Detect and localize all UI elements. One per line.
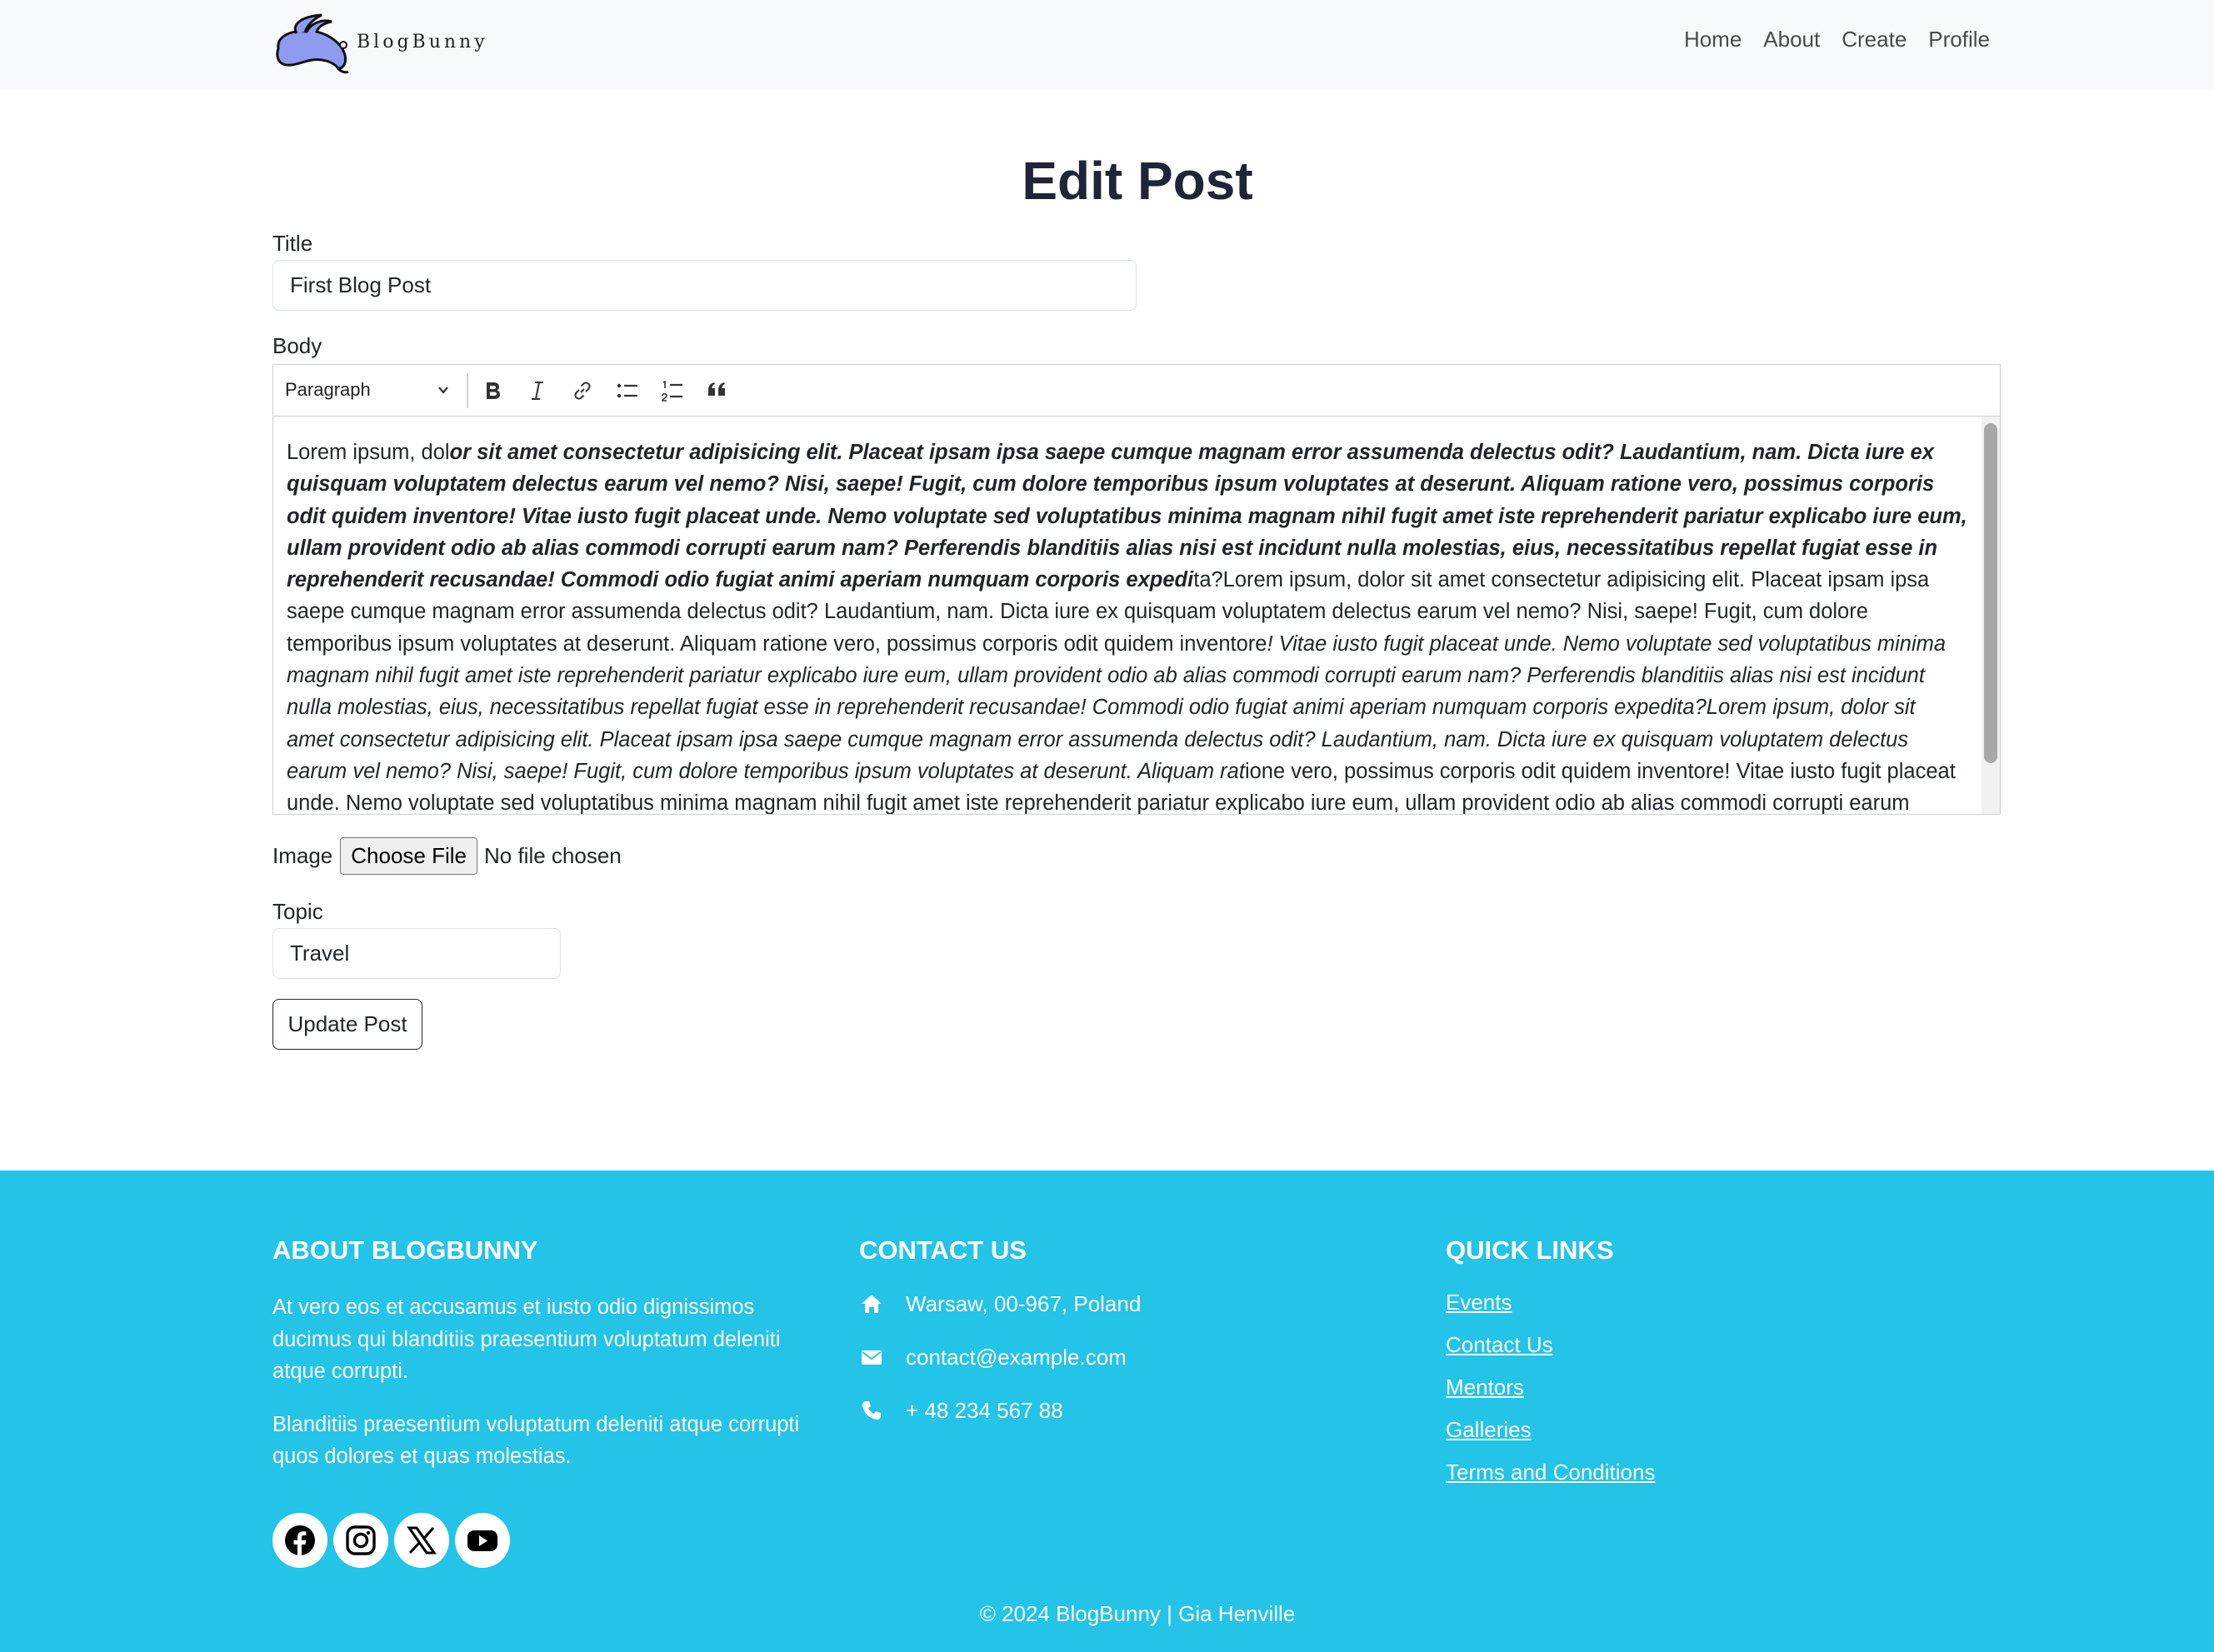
bold-icon	[487, 382, 500, 399]
image-upload-row: Image Choose File No file chosen	[272, 837, 622, 875]
nav-profile-link[interactable]: Profile	[1928, 27, 1990, 52]
footer-about-text-2: Blanditiis praesentium voluptatum deleni…	[272, 1412, 800, 1469]
nav-about-link[interactable]: About	[1763, 27, 1820, 52]
facebook-icon	[285, 1525, 315, 1556]
topic-label: Topic	[272, 899, 323, 924]
youtube-icon	[467, 1530, 497, 1551]
numbered-list-icon	[662, 380, 682, 402]
footer: ABOUT BLOGBUNNY At vero eos et accusamus…	[0, 1170, 2214, 1652]
body-text-normal: Lorem ipsum, dol	[287, 441, 450, 464]
editor-scrollbar[interactable]	[1982, 417, 2000, 814]
file-status: No file chosen	[484, 843, 622, 868]
bulleted-list-icon	[617, 383, 637, 398]
editor-scrollbar-thumb[interactable]	[1984, 423, 1997, 763]
heading-select-value: Paragraph	[285, 379, 371, 400]
body-label: Body	[272, 333, 322, 358]
quick-link-terms[interactable]: Terms and Conditions	[1446, 1460, 1946, 1502]
quick-link-events[interactable]: Events	[1446, 1290, 1946, 1332]
editor-content[interactable]: Lorem ipsum, dolor sit amet consectetur …	[273, 417, 1982, 814]
footer-about-heading: ABOUT BLOGBUNNY	[272, 1235, 538, 1265]
x-link[interactable]	[394, 1513, 449, 1568]
toolbar-separator	[467, 373, 468, 408]
home-icon	[859, 1291, 884, 1316]
chevron-down-icon	[438, 387, 448, 394]
contact-email-text: contact@example.com	[906, 1344, 1127, 1370]
quick-link-mentors[interactable]: Mentors	[1446, 1375, 1946, 1417]
footer-quick-links: QUICK LINKS Events Contact Us Mentors Ga…	[1446, 1235, 1946, 1502]
quick-link-galleries[interactable]: Galleries	[1446, 1417, 1946, 1460]
facebook-link[interactable]	[272, 1513, 327, 1568]
nav-home-link[interactable]: Home	[1684, 27, 1742, 52]
quick-link-contact-us[interactable]: Contact Us	[1446, 1332, 1946, 1375]
heading-select[interactable]: Paragraph	[285, 379, 452, 401]
brand-logo[interactable]: BlogBunny	[272, 13, 488, 75]
link-button[interactable]	[567, 376, 597, 406]
contact-email: contact@example.com	[859, 1330, 1359, 1384]
bulleted-list-button[interactable]	[612, 376, 642, 406]
youtube-link[interactable]	[455, 1513, 510, 1568]
footer-quick-links-heading: QUICK LINKS	[1446, 1235, 1614, 1265]
social-links	[272, 1513, 510, 1568]
update-post-button[interactable]: Update Post	[272, 999, 422, 1050]
choose-file-button[interactable]: Choose File	[340, 837, 477, 875]
footer-about: ABOUT BLOGBUNNY At vero eos et accusamus…	[272, 1235, 822, 1473]
instagram-link[interactable]	[333, 1513, 388, 1568]
numbered-list-button[interactable]	[657, 376, 687, 406]
page-title: Edit Post	[1022, 151, 1253, 211]
navbar: BlogBunny Home About Create Profile	[0, 0, 2214, 90]
nav-create-link[interactable]: Create	[1842, 27, 1907, 52]
nav-links: Home About Create Profile	[1684, 27, 1990, 52]
copyright: © 2024 BlogBunny | Gia Henville	[979, 1601, 1296, 1626]
contact-address: Warsaw, 00-967, Poland	[859, 1277, 1359, 1330]
footer-about-text-1: At vero eos et accusamus et iusto odio d…	[272, 1295, 781, 1383]
italic-icon	[532, 382, 543, 400]
brand-name: BlogBunny	[357, 31, 488, 52]
phone-icon	[859, 1398, 884, 1423]
topic-input[interactable]	[272, 928, 561, 979]
contact-address-text: Warsaw, 00-967, Poland	[906, 1290, 1142, 1316]
footer-contact-heading: CONTACT US	[859, 1235, 1027, 1265]
bunny-logo-icon	[276, 13, 349, 74]
blockquote-button[interactable]	[702, 376, 732, 406]
contact-phone-text: + 48 234 567 88	[906, 1397, 1063, 1423]
editor-toolbar: Paragraph	[273, 365, 2000, 417]
footer-contact: CONTACT US Warsaw, 00-967, Poland contac…	[859, 1235, 1359, 1437]
bold-button[interactable]	[477, 376, 507, 406]
blockquote-icon	[708, 382, 725, 396]
x-icon	[407, 1526, 437, 1555]
instagram-icon	[346, 1525, 376, 1555]
link-icon	[574, 382, 591, 400]
rich-text-editor: Paragraph Lorem ipsum, dolor sit amet co…	[272, 364, 2001, 815]
title-label: Title	[272, 231, 313, 256]
italic-button[interactable]	[522, 376, 552, 406]
envelope-icon	[859, 1345, 884, 1370]
title-input[interactable]	[272, 260, 1137, 311]
contact-phone: + 48 234 567 88	[859, 1384, 1359, 1437]
image-label: Image	[272, 843, 333, 868]
